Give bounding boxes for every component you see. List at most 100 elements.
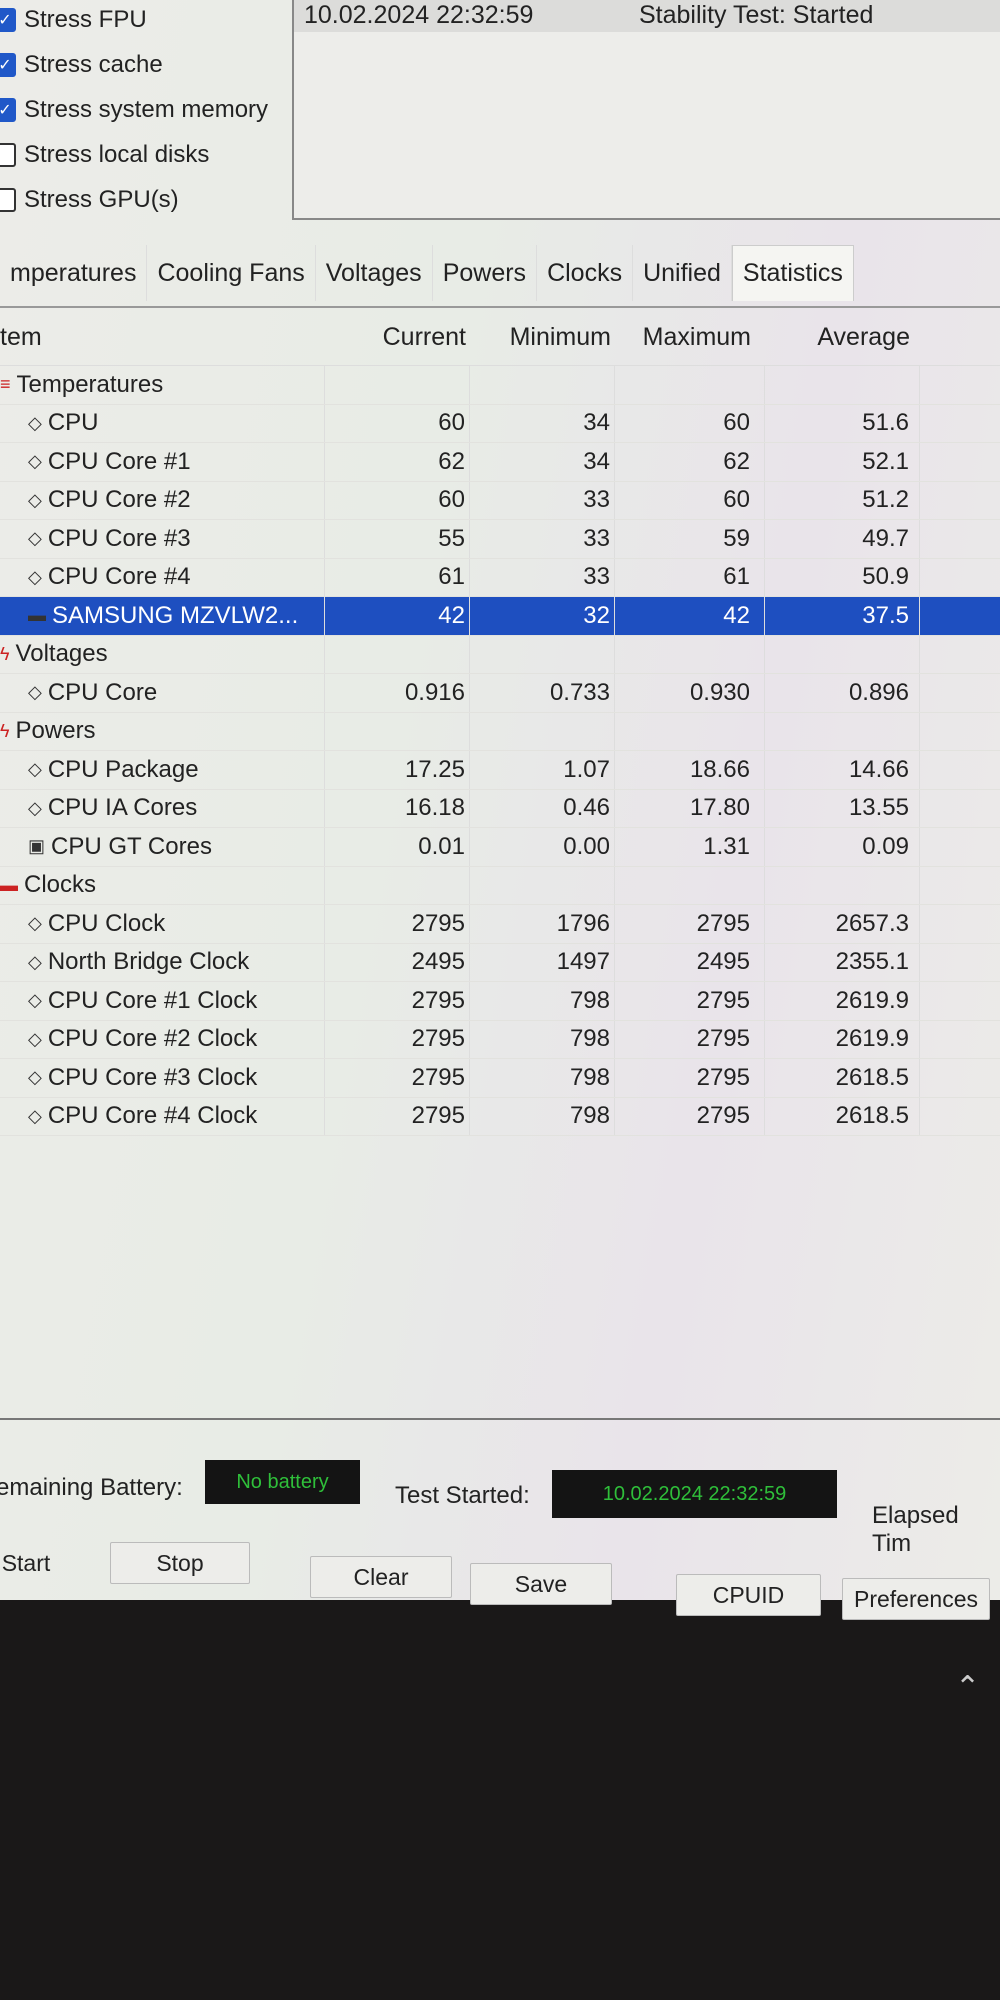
preferences-button[interactable]: Preferences <box>842 1578 990 1620</box>
option-0[interactable]: ✓ Stress FPU <box>0 5 147 35</box>
item-cell: ▬ Clocks <box>0 866 325 904</box>
cpuid-button[interactable]: CPUID <box>676 1574 821 1616</box>
col-item[interactable]: tem <box>0 323 325 352</box>
col-maximum[interactable]: Maximum <box>615 323 765 352</box>
tab-bar: mperatures Cooling Fans Voltages Powers Cloc… <box>0 240 1000 308</box>
tab-6[interactable]: Statistics <box>731 245 854 301</box>
item-name: Clocks <box>24 871 97 899</box>
tab-4[interactable]: Clocks <box>537 245 634 301</box>
item-name: North Bridge Clock <box>47 948 250 976</box>
value-cell <box>325 712 470 750</box>
table-row[interactable]: ◇ CPU Core #3 Clock 2795 798 2795 2618.5 <box>0 1059 1000 1098</box>
checkbox[interactable] <box>0 143 16 167</box>
value-cell <box>765 712 920 750</box>
option-4[interactable]: Stress GPU(s) <box>0 185 179 215</box>
value-cell: 2795 <box>615 1097 765 1135</box>
value-cell: 0.46 <box>470 789 615 827</box>
chip-icon: ◇ <box>28 451 42 472</box>
option-label: Stress local disks <box>24 141 210 168</box>
table-row[interactable]: ◇ CPU Core #1 Clock 2795 798 2795 2619.9 <box>0 982 1000 1021</box>
checkbox[interactable]: ✓ <box>0 53 16 77</box>
item-cell: ≡ Temperatures <box>0 366 325 404</box>
chip-icon: ◇ <box>28 1067 42 1088</box>
option-2[interactable]: ✓ Stress system memory <box>0 95 268 125</box>
value-cell <box>325 366 470 404</box>
save-button[interactable]: Save <box>470 1563 612 1605</box>
item-cell: ◇ North Bridge Clock <box>0 943 325 981</box>
value-cell: 42 <box>325 597 470 635</box>
table-row[interactable]: ◇ North Bridge Clock 2495 1497 2495 2355.1 <box>0 943 1000 982</box>
tab-5[interactable]: Unified <box>633 245 732 301</box>
checkbox[interactable]: ✓ <box>0 8 16 32</box>
value-cell <box>470 866 615 904</box>
table-row[interactable]: ◇ CPU Core #1 62 34 62 52.1 <box>0 443 1000 482</box>
option-3[interactable]: Stress local disks <box>0 140 209 170</box>
table-row[interactable]: ◇ CPU IA Cores 16.18 0.46 17.80 13.55 <box>0 789 1000 828</box>
checkbox[interactable]: ✓ <box>0 98 16 122</box>
start-button[interactable]: Start <box>0 1542 62 1584</box>
chip-icon: ◇ <box>28 682 42 703</box>
item-name: CPU Core #2 Clock <box>47 1025 258 1053</box>
clear-button[interactable]: Clear <box>310 1556 452 1598</box>
chip-icon: ◇ <box>28 412 42 433</box>
value-cell <box>470 366 615 404</box>
table-row[interactable]: ◇ CPU Core #2 60 33 60 51.2 <box>0 481 1000 520</box>
table-row[interactable]: ▬ SAMSUNG MZVLW2... 42 32 42 37.5 <box>0 597 1000 636</box>
option-label: Stress cache <box>24 51 163 78</box>
item-name: CPU Core #2 <box>47 486 191 514</box>
value-cell: 51.6 <box>765 404 920 442</box>
group-row[interactable]: ▬ Clocks <box>0 866 1000 905</box>
value-cell: 17.80 <box>615 789 765 827</box>
voltage-icon: ϟ <box>0 643 10 664</box>
value-cell <box>325 866 470 904</box>
value-cell: 33 <box>470 481 615 519</box>
item-name: CPU IA Cores <box>47 794 198 822</box>
value-cell: 13.55 <box>765 789 920 827</box>
value-cell: 62 <box>325 443 470 481</box>
item-cell: ◇ CPU Clock <box>0 905 325 943</box>
group-row[interactable]: ϟ Powers <box>0 712 1000 751</box>
value-cell <box>615 712 765 750</box>
value-cell: 2795 <box>325 905 470 943</box>
table-row[interactable]: ◇ CPU Core #4 Clock 2795 798 2795 2618.5 <box>0 1097 1000 1136</box>
tab-1[interactable]: Cooling Fans <box>147 245 316 301</box>
chip-icon: ◇ <box>28 1105 42 1126</box>
value-cell: 1497 <box>470 943 615 981</box>
table-row[interactable]: ▣ CPU GT Cores 0.01 0.00 1.31 0.09 <box>0 828 1000 867</box>
value-cell: 0.01 <box>325 828 470 866</box>
value-cell <box>615 866 765 904</box>
table-row[interactable]: ◇ CPU Clock 2795 1796 2795 2657.3 <box>0 905 1000 944</box>
item-name: Powers <box>15 717 96 745</box>
table-row[interactable]: ◇ CPU Core 0.916 0.733 0.930 0.896 <box>0 674 1000 713</box>
value-cell <box>615 366 765 404</box>
stop-button[interactable]: Stop <box>110 1542 250 1584</box>
table-row[interactable]: ◇ CPU Core #2 Clock 2795 798 2795 2619.9 <box>0 1020 1000 1059</box>
item-name: CPU Core #3 <box>47 524 191 552</box>
tab-3[interactable]: Powers <box>433 245 538 301</box>
value-cell: 0.00 <box>470 828 615 866</box>
col-minimum[interactable]: Minimum <box>470 323 615 352</box>
stability-test-window: ✓ Stress FPU ✓ Stress cache ✓ Stress system m… <box>0 0 1000 1620</box>
table-row[interactable]: ◇ CPU Core #3 55 33 59 49.7 <box>0 520 1000 559</box>
table-row[interactable]: ◇ CPU 60 34 60 51.6 <box>0 404 1000 443</box>
value-cell: 0.09 <box>765 828 920 866</box>
chevron-up-icon[interactable]: ⌃ <box>955 1670 980 1705</box>
col-current[interactable]: Current <box>325 323 470 352</box>
item-name: Temperatures <box>16 370 164 398</box>
value-cell: 55 <box>325 520 470 558</box>
value-cell: 61 <box>615 558 765 596</box>
value-cell <box>765 366 920 404</box>
table-row[interactable]: ◇ CPU Package 17.25 1.07 18.66 14.66 <box>0 751 1000 790</box>
option-1[interactable]: ✓ Stress cache <box>0 50 163 80</box>
value-cell: 2618.5 <box>765 1059 920 1097</box>
item-cell: ϟ Voltages <box>0 635 325 673</box>
option-label: Stress GPU(s) <box>24 186 179 213</box>
group-row[interactable]: ≡ Temperatures <box>0 366 1000 405</box>
group-row[interactable]: ϟ Voltages <box>0 635 1000 674</box>
table-row[interactable]: ◇ CPU Core #4 61 33 61 50.9 <box>0 558 1000 597</box>
tab-0[interactable]: mperatures <box>0 245 148 301</box>
col-average[interactable]: Average <box>765 323 920 352</box>
tab-2[interactable]: Voltages <box>316 245 433 301</box>
checkbox[interactable] <box>0 188 16 212</box>
value-cell: 798 <box>470 982 615 1020</box>
